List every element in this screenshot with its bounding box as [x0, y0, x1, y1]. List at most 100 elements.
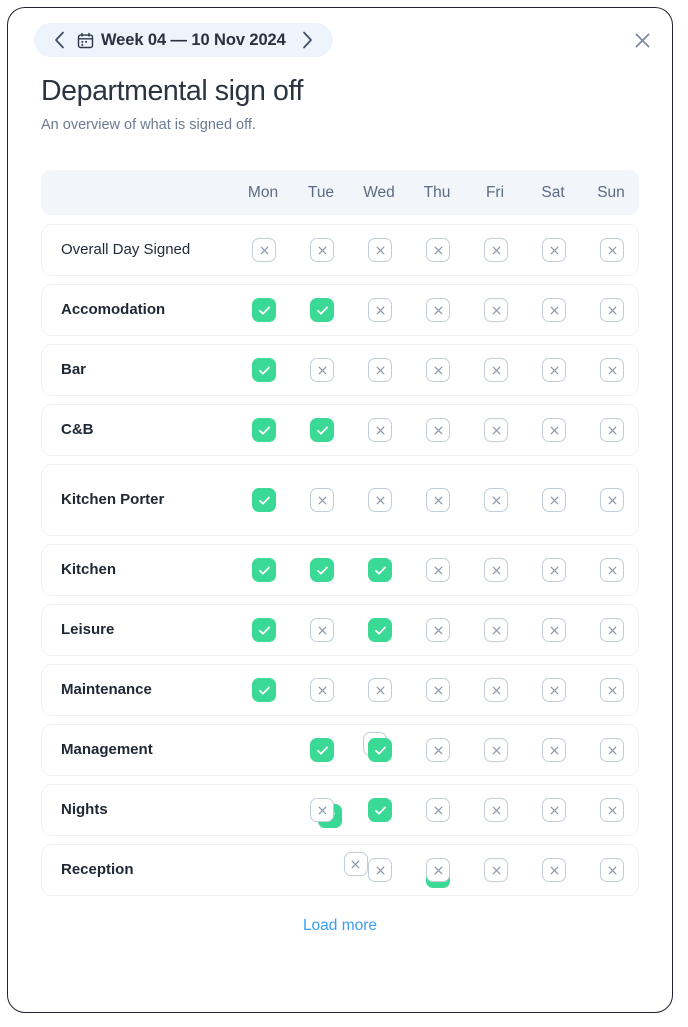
signoff-checkbox[interactable] [310, 238, 334, 262]
signoff-checkbox[interactable] [426, 358, 450, 382]
cross-icon [542, 738, 566, 762]
signoff-checkbox[interactable] [600, 488, 624, 512]
cross-icon [426, 238, 450, 262]
signoff-checkbox[interactable] [368, 238, 392, 262]
signoff-checkbox[interactable] [600, 798, 624, 822]
signoff-checkbox[interactable] [484, 488, 508, 512]
cross-icon [368, 238, 392, 262]
signoff-checkbox[interactable] [252, 298, 276, 322]
signoff-checkbox[interactable] [368, 358, 392, 382]
signoff-checkbox[interactable] [542, 488, 566, 512]
signoff-checkbox[interactable] [542, 678, 566, 702]
signoff-checkbox[interactable] [542, 798, 566, 822]
signoff-checkbox[interactable] [368, 418, 392, 442]
signoff-checkbox[interactable] [426, 238, 450, 262]
signoff-checkbox[interactable] [252, 678, 276, 702]
signoff-checkbox[interactable] [368, 558, 392, 582]
signoff-checkbox[interactable] [368, 738, 392, 762]
cross-icon [542, 798, 566, 822]
signoff-checkbox[interactable] [542, 858, 566, 882]
signoff-checkbox[interactable] [368, 298, 392, 322]
signoff-checkbox[interactable] [426, 618, 450, 642]
signoff-checkbox[interactable] [542, 238, 566, 262]
signoff-checkbox[interactable] [600, 298, 624, 322]
signoff-checkbox[interactable] [343, 852, 368, 876]
signoff-checkbox[interactable] [252, 418, 276, 442]
signoff-checkbox[interactable] [426, 858, 450, 882]
signoff-checkbox[interactable] [600, 738, 624, 762]
signoff-checkbox[interactable] [600, 678, 624, 702]
signoff-checkbox[interactable] [484, 738, 508, 762]
signoff-checkbox[interactable] [484, 558, 508, 582]
signoff-checkbox[interactable] [426, 678, 450, 702]
signoff-checkbox[interactable] [368, 858, 392, 882]
week-selector[interactable]: Week 04 — 10 Nov 2024 [34, 23, 333, 57]
signoff-checkbox[interactable] [600, 418, 624, 442]
signoff-checkbox[interactable] [310, 488, 334, 512]
signoff-checkbox[interactable] [310, 798, 334, 822]
check-icon [252, 618, 276, 642]
signoff-checkbox[interactable] [542, 298, 566, 322]
column-header-sun: Sun [597, 183, 625, 201]
signoff-checkbox[interactable] [484, 678, 508, 702]
signoff-checkbox[interactable] [542, 618, 566, 642]
table-body: Overall Day Signed Accomodation Bar C&B Kitc… [41, 224, 639, 896]
signoff-checkbox[interactable] [484, 618, 508, 642]
next-week-icon[interactable] [296, 28, 320, 52]
signoff-checkbox[interactable] [252, 238, 276, 262]
signoff-checkbox[interactable] [310, 618, 334, 642]
cross-icon [368, 358, 392, 382]
signoff-checkbox[interactable] [484, 238, 508, 262]
prev-week-icon[interactable] [47, 28, 71, 52]
signoff-checkbox[interactable] [426, 738, 450, 762]
signoff-checkbox[interactable] [426, 798, 450, 822]
signoff-checkbox[interactable] [542, 558, 566, 582]
signoff-checkbox[interactable] [252, 358, 276, 382]
signoff-checkbox[interactable] [252, 488, 276, 512]
cross-icon [484, 298, 508, 322]
signoff-checkbox[interactable] [426, 558, 450, 582]
signoff-checkbox[interactable] [542, 358, 566, 382]
close-icon[interactable] [628, 26, 656, 54]
cross-icon [600, 358, 624, 382]
signoff-checkbox[interactable] [310, 358, 334, 382]
row-label: Kitchen Porter [61, 490, 165, 508]
signoff-checkbox[interactable] [310, 678, 334, 702]
signoff-checkbox[interactable] [310, 418, 334, 442]
signoff-checkbox[interactable] [368, 618, 392, 642]
signoff-checkbox[interactable] [310, 558, 334, 582]
signoff-checkbox[interactable] [310, 738, 334, 762]
signoff-checkbox[interactable] [368, 798, 392, 822]
signoff-checkbox[interactable] [600, 618, 624, 642]
signoff-checkbox[interactable] [368, 678, 392, 702]
table-row: Accomodation [41, 284, 639, 336]
signoff-checkbox[interactable] [368, 488, 392, 512]
signoff-checkbox[interactable] [426, 418, 450, 442]
check-icon [310, 558, 334, 582]
row-label: Accomodation [61, 300, 166, 318]
signoff-checkbox[interactable] [600, 238, 624, 262]
table-row: C&B [41, 404, 639, 456]
signoff-checkbox[interactable] [252, 558, 276, 582]
signoff-checkbox[interactable] [600, 358, 624, 382]
signoff-checkbox[interactable] [600, 858, 624, 882]
cross-icon [368, 488, 392, 512]
signoff-checkbox[interactable] [426, 298, 450, 322]
signoff-checkbox[interactable] [484, 418, 508, 442]
signoff-checkbox[interactable] [426, 488, 450, 512]
table-row: Kitchen [41, 544, 639, 596]
table-row: Overall Day Signed [41, 224, 639, 276]
check-icon [252, 678, 276, 702]
signoff-checkbox[interactable] [600, 558, 624, 582]
signoff-checkbox[interactable] [310, 298, 334, 322]
signoff-checkbox[interactable] [484, 358, 508, 382]
cross-icon [484, 798, 508, 822]
signoff-checkbox[interactable] [542, 418, 566, 442]
signoff-checkbox[interactable] [484, 858, 508, 882]
signoff-checkbox[interactable] [484, 298, 508, 322]
signoff-checkbox[interactable] [542, 738, 566, 762]
cross-icon [484, 738, 508, 762]
load-more-button[interactable]: Load more [41, 917, 639, 935]
signoff-checkbox[interactable] [484, 798, 508, 822]
signoff-checkbox[interactable] [252, 618, 276, 642]
